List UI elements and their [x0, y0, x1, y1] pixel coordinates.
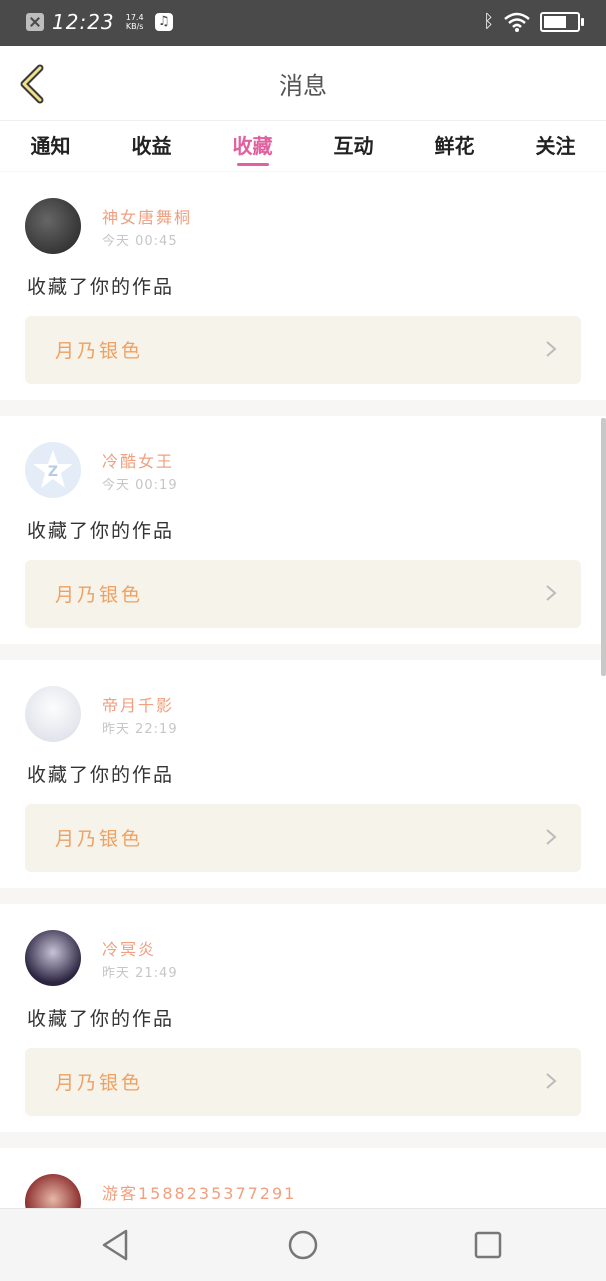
message-card: 帝月千影 昨天 22:19 收藏了你的作品 月乃银色 — [0, 660, 606, 888]
chevron-right-icon — [546, 829, 557, 845]
wifi-icon — [504, 12, 530, 32]
message-list: 神女唐舞桐 今天 00:45 收藏了你的作品 月乃银色 Z 冷酷女王 今天 00… — [0, 172, 606, 1244]
user-name[interactable]: 神女唐舞桐 — [102, 204, 192, 228]
work-link[interactable]: 月乃银色 — [25, 316, 581, 384]
user-name[interactable]: 游客15882353772​91 — [102, 1180, 296, 1204]
avatar[interactable] — [25, 198, 81, 254]
message-time: 昨天 22:19 — [102, 722, 178, 737]
message-card: 冷冥炎 昨天 21:49 收藏了你的作品 月乃银色 — [0, 904, 606, 1132]
page-title: 消息 — [279, 72, 327, 100]
svg-text:Z: Z — [48, 464, 58, 480]
message-text: 收藏了你的作品 — [27, 276, 175, 298]
tab-interactions[interactable]: 互动 — [303, 121, 404, 171]
tab-notifications[interactable]: 通知 — [0, 121, 101, 171]
triangle-back-icon — [102, 1229, 128, 1261]
tab-bar: 通知 收益 收藏 互动 鲜花 关注 — [0, 120, 606, 171]
avatar[interactable] — [25, 686, 81, 742]
circle-home-icon — [288, 1230, 318, 1260]
square-recents-icon — [474, 1231, 502, 1259]
message-time: 今天 00:45 — [102, 234, 178, 249]
work-title: 月乃银色 — [55, 1072, 144, 1094]
work-link[interactable]: 月乃银色 — [25, 560, 581, 628]
tab-favorites[interactable]: 收藏 — [202, 121, 303, 171]
default-avatar-icon: Z — [33, 450, 73, 488]
work-title: 月乃银色 — [55, 828, 144, 850]
work-link[interactable]: 月乃银色 — [25, 1048, 581, 1116]
app-header: 消息 — [0, 46, 606, 120]
message-text: 收藏了你的作品 — [27, 520, 175, 542]
avatar[interactable] — [25, 930, 81, 986]
work-title: 月乃银色 — [55, 340, 144, 362]
message-card: Z 冷酷女王 今天 00:19 收藏了你的作品 月乃银色 — [0, 416, 606, 644]
system-nav-bar — [0, 1208, 606, 1281]
nav-recents-button[interactable] — [470, 1227, 506, 1263]
chevron-right-icon — [546, 341, 557, 357]
work-title: 月乃银色 — [55, 584, 144, 606]
status-bar: 12:23 17.4 KB/s ♫ ᛒ — [0, 0, 606, 46]
message-card: 神女唐舞桐 今天 00:45 收藏了你的作品 月乃银色 — [0, 172, 606, 400]
tab-flowers[interactable]: 鲜花 — [404, 121, 505, 171]
clock: 12:23 — [52, 10, 115, 34]
message-time: 昨天 21:49 — [102, 966, 178, 981]
user-name[interactable]: 冷冥炎 — [102, 936, 156, 960]
message-text: 收藏了你的作品 — [27, 764, 175, 786]
nav-back-button[interactable] — [98, 1227, 134, 1263]
network-speed: 17.4 KB/s — [123, 13, 147, 31]
network-speed-value: 17.4 — [125, 13, 144, 22]
user-name[interactable]: 帝月千影 — [102, 692, 174, 716]
network-speed-unit: KB/s — [125, 22, 144, 31]
work-link[interactable]: 月乃银色 — [25, 804, 581, 872]
message-time: 今天 00:19 — [102, 478, 178, 493]
nav-home-button[interactable] — [285, 1227, 321, 1263]
avatar[interactable]: Z — [25, 442, 81, 498]
chevron-right-icon — [546, 1073, 557, 1089]
message-text: 收藏了你的作品 — [27, 1008, 175, 1030]
tab-follows[interactable]: 关注 — [505, 121, 606, 171]
battery-icon — [540, 11, 584, 32]
bluetooth-icon: ᛒ — [483, 11, 494, 32]
music-note-icon: ♫ — [154, 13, 173, 31]
scrollbar[interactable] — [601, 418, 606, 676]
tab-earnings[interactable]: 收益 — [101, 121, 202, 171]
chevron-right-icon — [546, 585, 557, 601]
notification-close-icon — [26, 13, 44, 31]
user-name[interactable]: 冷酷女王 — [102, 448, 174, 472]
